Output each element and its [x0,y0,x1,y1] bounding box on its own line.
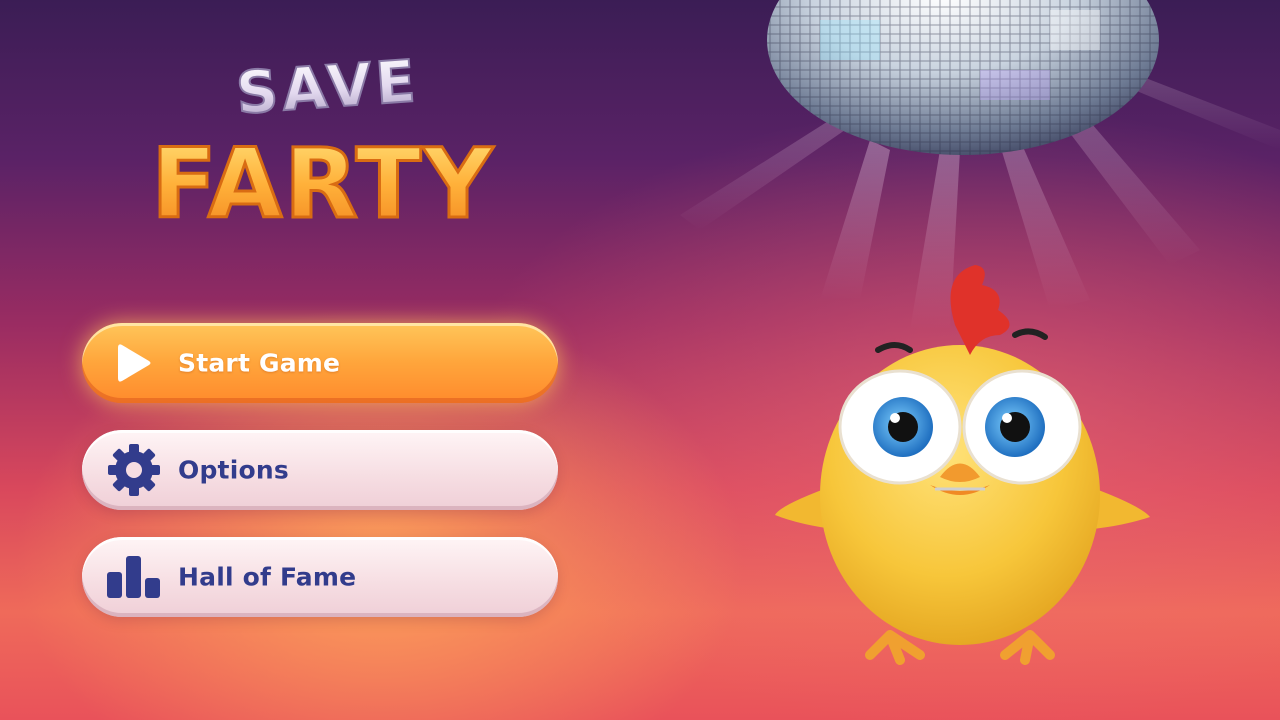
disco-ball-image [767,0,1159,155]
options-label: Options [178,455,289,485]
start-game-label: Start Game [178,348,341,378]
hall-of-fame-button[interactable]: Hall of Fame [82,537,558,617]
play-icon [102,331,166,395]
logo-title-line-1: SAVE [234,47,422,128]
game-logo: SAVE FARTY [150,46,494,242]
logo-title-line-2: FARTY [151,128,494,240]
start-game-button[interactable]: Start Game [82,323,558,403]
hall-of-fame-label: Hall of Fame [178,562,357,592]
gear-icon [102,438,166,502]
bar-chart-icon [102,545,166,609]
options-button[interactable]: Options [82,430,558,510]
chick-mascot-image [775,265,1150,665]
